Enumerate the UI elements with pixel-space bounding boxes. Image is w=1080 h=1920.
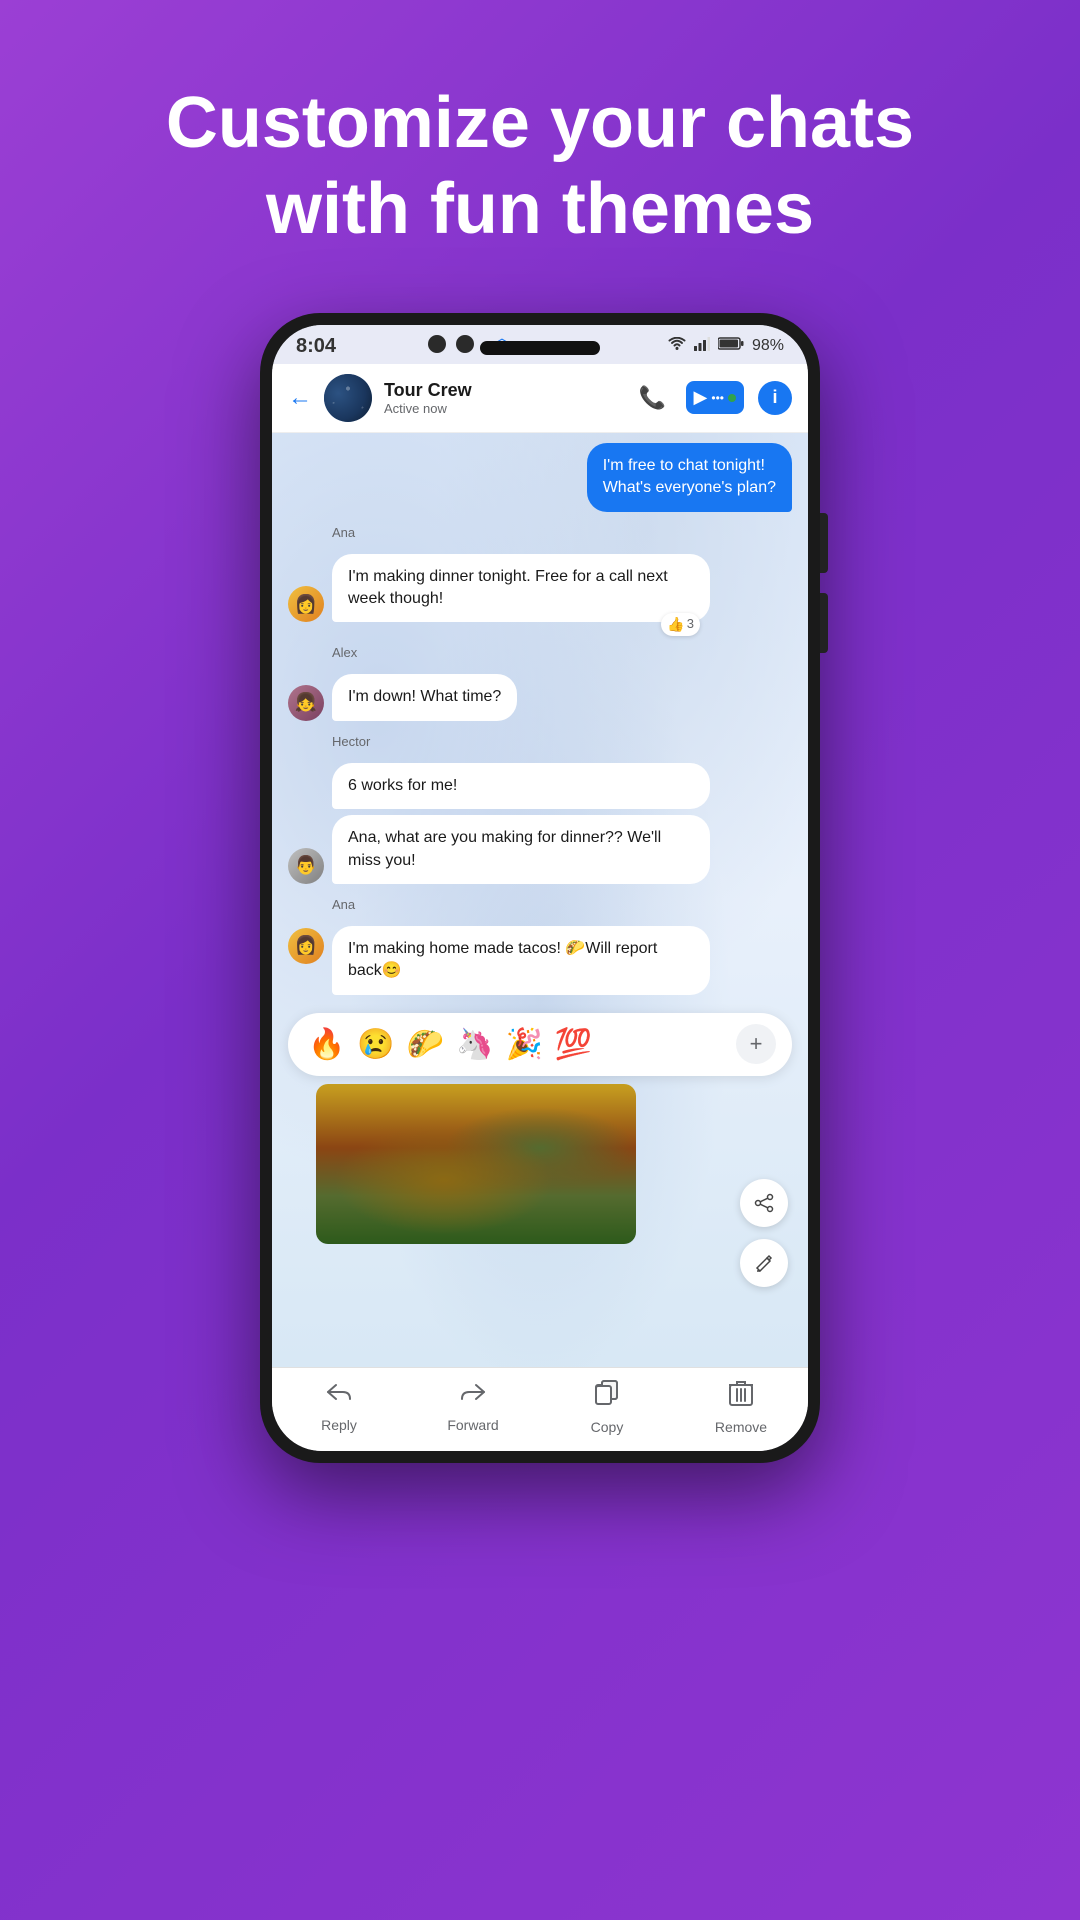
- headline-line2: with fun themes: [266, 169, 814, 249]
- video-ellipsis: •••: [711, 391, 724, 405]
- active-dot: [728, 394, 736, 402]
- reaction-fire[interactable]: 🔥: [304, 1023, 349, 1066]
- ana-text: I'm making dinner tonight. Free for a ca…: [348, 568, 668, 607]
- side-button-vol: [820, 513, 828, 573]
- forward-action[interactable]: Forward: [433, 1380, 513, 1435]
- phone-icon: 📞: [639, 385, 666, 411]
- ana-sender-label: Ana: [288, 524, 792, 542]
- side-button-vol2: [820, 593, 828, 653]
- forward-label: Forward: [447, 1417, 498, 1433]
- headline: Customize your chats with fun themes: [106, 80, 974, 253]
- reaction-party[interactable]: 🎉: [501, 1023, 546, 1066]
- chat-messages: I'm free to chat tonight!What's everyone…: [272, 433, 808, 1005]
- reaction-taco[interactable]: 🌮: [403, 1023, 448, 1066]
- info-icon: i: [772, 387, 777, 408]
- ana-avatar: 👩: [288, 586, 324, 622]
- info-button[interactable]: i: [758, 381, 792, 415]
- float-actions: [740, 1179, 788, 1287]
- phone-speaker: [480, 341, 600, 355]
- signal-icon: [694, 337, 710, 356]
- call-button[interactable]: 📞: [634, 379, 672, 417]
- battery-icon: [718, 337, 744, 355]
- back-button[interactable]: ←: [288, 384, 312, 412]
- video-button[interactable]: ▶ •••: [686, 381, 744, 414]
- header-actions: 📞 ▶ ••• i: [634, 379, 792, 417]
- header-info: Tour Crew Active now: [384, 380, 622, 416]
- ana2-text: I'm making home made tacos! 🌮Will report…: [348, 940, 657, 979]
- reply-label: Reply: [321, 1417, 357, 1433]
- wifi-icon: [668, 337, 686, 356]
- ana2-column: I'm making home made tacos! 🌮Will report…: [332, 926, 710, 995]
- hector-column: 6 works for me! Ana, what are you making…: [332, 763, 710, 884]
- remove-icon: [729, 1380, 753, 1413]
- status-time: 8:04: [296, 335, 336, 358]
- headline-line1: Customize your chats: [166, 83, 914, 163]
- alex-column: I'm down! What time?: [332, 674, 517, 720]
- remove-label: Remove: [715, 1419, 767, 1435]
- chat-status: Active now: [384, 401, 622, 416]
- edit-button[interactable]: [740, 1239, 788, 1287]
- reply-action[interactable]: Reply: [299, 1380, 379, 1435]
- reply-icon: [325, 1380, 353, 1411]
- copy-label: Copy: [591, 1419, 624, 1435]
- hector-text2: Ana, what are you making for dinner?? We…: [348, 829, 661, 868]
- alex-message-group: 👧 I'm down! What time?: [288, 674, 792, 720]
- phone-camera-left: [428, 335, 446, 353]
- share-button[interactable]: [740, 1179, 788, 1227]
- ana2-message-group: 👩 I'm making home made tacos! 🌮Will repo…: [288, 926, 792, 995]
- group-avatar[interactable]: [324, 374, 372, 422]
- hector-avatar: 👨: [288, 848, 324, 884]
- reaction-100[interactable]: 💯: [551, 1023, 596, 1066]
- reaction-add-button[interactable]: +: [736, 1024, 776, 1064]
- ana2-avatar: 👩: [288, 928, 324, 964]
- hector-bubble2: Ana, what are you making for dinner?? We…: [332, 815, 710, 884]
- alex-text: I'm down! What time?: [348, 688, 501, 705]
- phone-wrapper: 8:04 ⬡: [260, 313, 820, 1513]
- chat-area: I'm free to chat tonight!What's everyone…: [272, 433, 808, 1367]
- alex-avatar: 👧: [288, 685, 324, 721]
- hector-sender-label: Hector: [288, 733, 792, 751]
- chat-area-wrapper: I'm free to chat tonight!What's everyone…: [272, 433, 808, 1367]
- phone-outer: 8:04 ⬡: [260, 313, 820, 1463]
- copy-action[interactable]: Copy: [567, 1380, 647, 1435]
- ana2-bubble: I'm making home made tacos! 🌮Will report…: [332, 926, 710, 995]
- status-icons: 98%: [668, 337, 784, 356]
- sent-message-text: I'm free to chat tonight!What's everyone…: [603, 457, 776, 496]
- taco-image: [316, 1084, 636, 1244]
- app-header: ← Tour Crew Active now 📞 ▶ •••: [272, 364, 808, 433]
- reaction-bar[interactable]: 🔥 😢 🌮 🦄 🎉 💯 +: [288, 1013, 792, 1076]
- thumbs-reaction: 👍 3: [661, 613, 700, 637]
- remove-action[interactable]: Remove: [701, 1380, 781, 1435]
- copy-icon: [595, 1380, 619, 1413]
- video-icon: ▶: [694, 387, 708, 408]
- hector-text1: 6 works for me!: [348, 777, 457, 794]
- alex-sender-label: Alex: [288, 644, 792, 662]
- reaction-unicorn[interactable]: 🦄: [452, 1023, 497, 1066]
- forward-icon: [459, 1380, 487, 1411]
- hector-message-group: 👨 6 works for me! Ana, what are you maki…: [288, 763, 792, 884]
- ana-message-group: 👩 I'm making dinner tonight. Free for a …: [288, 554, 792, 623]
- ana-bubble: I'm making dinner tonight. Free for a ca…: [332, 554, 710, 623]
- alex-bubble: I'm down! What time?: [332, 674, 517, 720]
- battery-percent: 98%: [752, 337, 784, 355]
- chat-name: Tour Crew: [384, 380, 622, 401]
- phone-camera-right: [456, 335, 474, 353]
- reaction-count: 3: [687, 615, 694, 633]
- sent-message: I'm free to chat tonight!What's everyone…: [587, 443, 792, 512]
- ana-column: I'm making dinner tonight. Free for a ca…: [332, 554, 710, 623]
- reaction-sad[interactable]: 😢: [353, 1023, 398, 1066]
- bottom-bar: Reply Forward: [272, 1367, 808, 1451]
- ana2-sender-label: Ana: [288, 896, 792, 914]
- hector-bubble1: 6 works for me!: [332, 763, 710, 809]
- phone-screen: 8:04 ⬡: [272, 325, 808, 1451]
